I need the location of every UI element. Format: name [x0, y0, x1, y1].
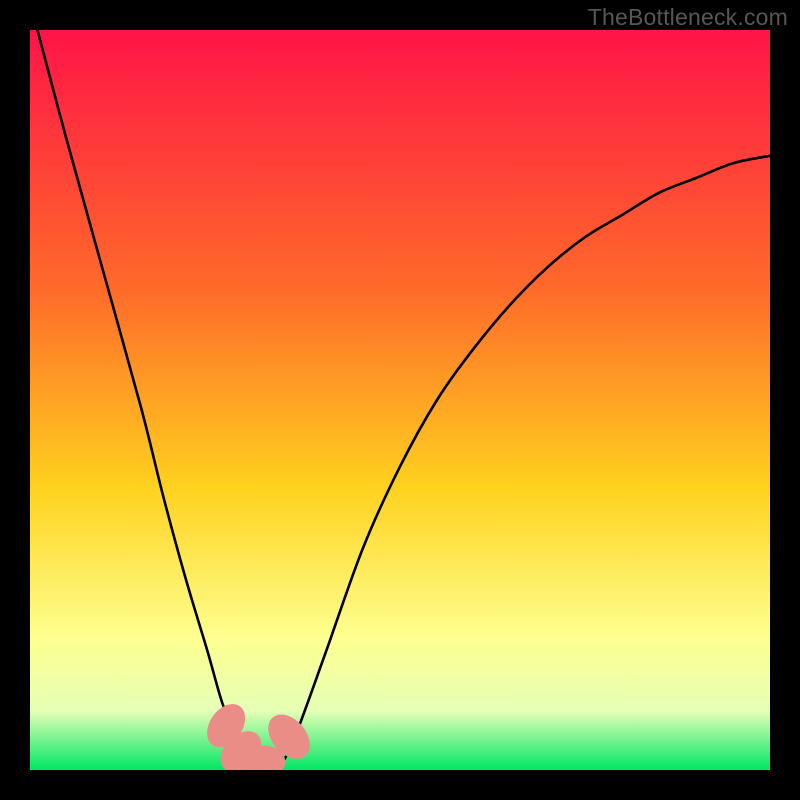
bottleneck-chart	[30, 30, 770, 770]
chart-frame	[30, 30, 770, 770]
watermark-text: TheBottleneck.com	[588, 4, 788, 31]
gradient-bg	[30, 30, 770, 770]
